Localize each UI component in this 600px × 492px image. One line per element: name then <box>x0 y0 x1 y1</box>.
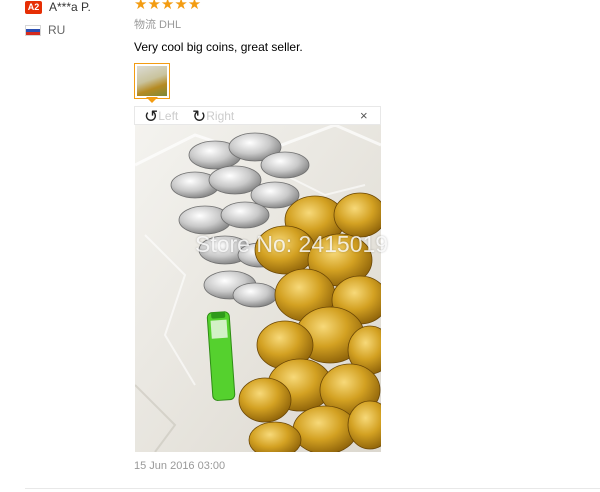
rotate-left-button[interactable]: ↺Left <box>144 107 178 125</box>
feedback-text: Very cool big coins, great seller. <box>134 40 303 54</box>
review-photo <box>135 125 381 452</box>
review-photo-thumbnail[interactable] <box>134 63 170 99</box>
rotate-right-button[interactable]: ↻Right <box>192 107 234 125</box>
thumbnail-pointer <box>146 97 158 103</box>
review-date: 15 Jun 2016 03:00 <box>134 460 226 472</box>
shipping-method: 物流 DHL <box>134 19 182 31</box>
buyer-level-badge: A2 <box>25 1 42 14</box>
buyer-name: A***a P. <box>49 0 91 14</box>
image-viewer-toolbar: ↺Left ↻Right <box>134 106 381 125</box>
close-viewer-button[interactable]: × <box>360 109 368 123</box>
rotate-right-icon: ↻ <box>192 106 207 126</box>
review-divider <box>25 488 600 489</box>
buyer-country: RU <box>48 23 66 37</box>
rotate-left-icon: ↺ <box>144 106 159 126</box>
photo-watermark: Store No: 2415019 <box>195 231 389 257</box>
country-flag-icon <box>25 25 41 36</box>
coins-photo-illustration <box>135 125 381 452</box>
star-rating: ★★★★★ <box>134 0 202 13</box>
rotate-left-label: Left <box>158 109 179 123</box>
rotate-right-label: Right <box>206 109 235 123</box>
